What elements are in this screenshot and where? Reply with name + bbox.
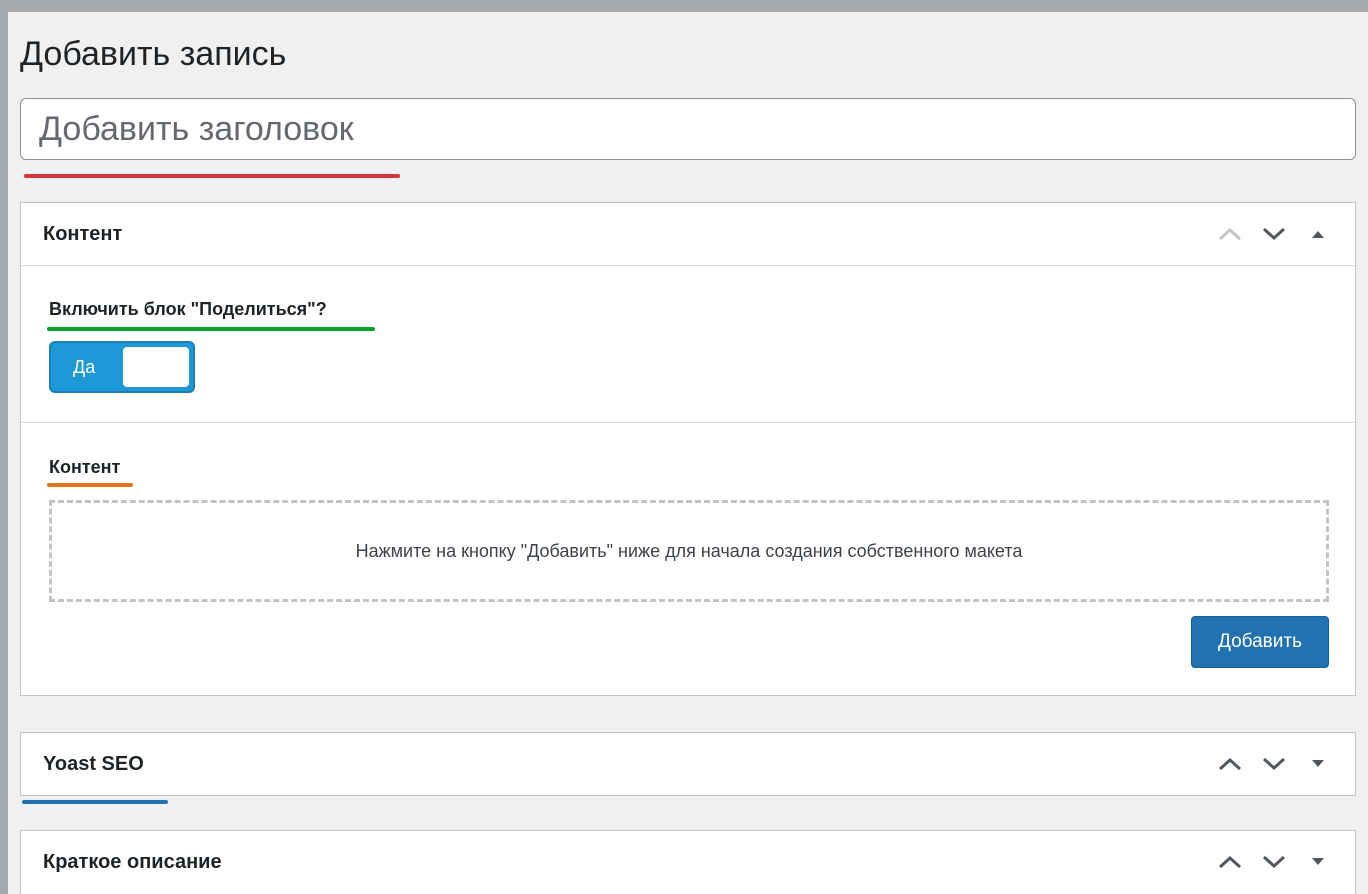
triangle-up-icon — [1312, 231, 1324, 238]
postbox-header: Контент — [21, 203, 1355, 265]
add-layout-button[interactable]: Добавить — [1191, 616, 1329, 668]
yoast-seo-postbox: Yoast SEO — [20, 732, 1356, 796]
yoast-highlight-underline — [22, 800, 168, 804]
move-up-button[interactable] — [1215, 749, 1245, 779]
content-field-label: Контент — [49, 457, 121, 477]
switch-label: Да — [73, 357, 96, 377]
triangle-down-icon — [1312, 760, 1324, 767]
content-label-underline — [47, 483, 133, 487]
postbox-header: Краткое описание — [21, 831, 1355, 893]
postbox-header: Yoast SEO — [21, 733, 1355, 795]
move-up-button[interactable] — [1215, 847, 1245, 877]
handle-actions — [1215, 847, 1333, 877]
move-down-button[interactable] — [1259, 847, 1289, 877]
post-title-input[interactable] — [20, 98, 1356, 160]
share-label-underline — [47, 327, 375, 331]
chevron-down-icon — [1262, 227, 1286, 241]
editor-screen: Добавить запись Контент — [8, 12, 1368, 894]
expand-toggle-button[interactable] — [1303, 749, 1333, 779]
postbox-title: Краткое описание — [43, 850, 222, 873]
handle-actions — [1215, 749, 1333, 779]
share-block-label: Включить блок "Поделиться"? — [49, 299, 327, 319]
page-title: Добавить запись — [20, 35, 287, 73]
postbox-title: Yoast SEO — [43, 752, 144, 775]
excerpt-postbox: Краткое описание — [20, 830, 1356, 894]
expand-toggle-button[interactable] — [1303, 847, 1333, 877]
triangle-down-icon — [1312, 858, 1324, 865]
content-postbox: Контент Включить блок "Поделиться"? Да К… — [20, 202, 1356, 696]
chevron-down-icon — [1262, 855, 1286, 869]
switch-knob — [123, 347, 189, 387]
title-highlight-underline — [24, 174, 400, 178]
empty-layout-message: Нажмите на кнопку "Добавить" ниже для на… — [355, 540, 1023, 561]
move-down-button[interactable] — [1259, 749, 1289, 779]
move-up-button[interactable] — [1215, 219, 1245, 249]
postbox-title: Контент — [43, 222, 123, 245]
chevron-down-icon — [1262, 757, 1286, 771]
share-toggle-switch[interactable]: Да — [49, 341, 195, 393]
handle-actions — [1215, 219, 1333, 249]
chevron-up-icon — [1218, 227, 1242, 241]
empty-layout-placeholder: Нажмите на кнопку "Добавить" ниже для на… — [49, 500, 1329, 602]
header-divider — [21, 265, 1355, 266]
chevron-up-icon — [1218, 757, 1242, 771]
collapse-toggle-button[interactable] — [1303, 219, 1333, 249]
field-divider — [21, 422, 1355, 423]
chevron-up-icon — [1218, 855, 1242, 869]
move-down-button[interactable] — [1259, 219, 1289, 249]
